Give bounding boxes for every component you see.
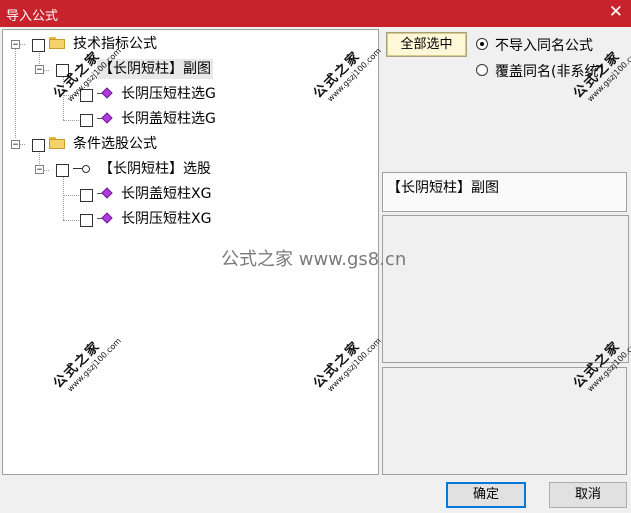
tree-group-indicator[interactable]: − 技术指标公式 xyxy=(3,34,373,54)
tree-leaf-label: 长阴盖短柱XG xyxy=(121,186,212,202)
title-bar: 导入公式 ✕ xyxy=(0,0,631,27)
formula-gem-icon xyxy=(97,187,113,200)
formula-gem-icon xyxy=(97,87,113,100)
item-checkbox[interactable] xyxy=(56,64,69,77)
tree-leaf-label: 长阴压短柱XG xyxy=(121,211,212,227)
select-all-button[interactable]: 全部选中 xyxy=(386,32,467,57)
overwrite-same-name-radio[interactable] xyxy=(476,64,488,76)
window-title: 导入公式 xyxy=(6,9,59,24)
tree-item-indicator-formula[interactable]: − 【长阴短柱】副图 xyxy=(3,59,373,79)
key-icon xyxy=(73,164,90,174)
group-checkbox[interactable] xyxy=(32,39,45,52)
leaf-checkbox[interactable] xyxy=(80,189,93,202)
formula-detail-panel xyxy=(382,367,627,475)
collapse-icon[interactable]: − xyxy=(35,65,44,75)
tree-group-label: 条件选股公式 xyxy=(73,136,157,152)
collapse-icon[interactable]: − xyxy=(35,165,44,175)
ok-button[interactable]: 确定 xyxy=(446,482,526,508)
folder-icon xyxy=(49,37,65,49)
tree-group-stock-selection[interactable]: − 条件选股公式 xyxy=(3,134,373,154)
tree-leaf[interactable]: 长阴盖短柱选G xyxy=(3,109,373,129)
skip-same-name-radio[interactable] xyxy=(476,38,488,50)
tree-leaf[interactable]: 长阴盖短柱XG xyxy=(3,184,373,204)
formula-gem-icon xyxy=(97,212,113,225)
collapse-icon[interactable]: − xyxy=(11,140,20,150)
formula-tree[interactable]: − 技术指标公式 − 【长阴短柱】副图 长阴压短柱选G 长阴盖短柱选G − 条件… xyxy=(2,29,379,475)
tree-group-label: 技术指标公式 xyxy=(73,36,157,52)
tree-item-label: 【长阴短柱】选股 xyxy=(99,161,211,177)
collapse-icon[interactable]: − xyxy=(11,40,20,50)
leaf-checkbox[interactable] xyxy=(80,114,93,127)
group-checkbox[interactable] xyxy=(32,139,45,152)
overwrite-same-name-label[interactable]: 覆盖同名(非系统) xyxy=(495,61,604,81)
skip-same-name-label[interactable]: 不导入同名公式 xyxy=(495,35,593,55)
close-icon[interactable]: ✕ xyxy=(609,2,623,22)
folder-icon xyxy=(49,137,65,149)
leaf-checkbox[interactable] xyxy=(80,214,93,227)
tree-leaf[interactable]: 长阴压短柱选G xyxy=(3,84,373,104)
cancel-button[interactable]: 取消 xyxy=(549,482,627,508)
formula-description-text: 【长阴短柱】副图 xyxy=(387,180,499,196)
leaf-checkbox[interactable] xyxy=(80,89,93,102)
formula-gem-icon xyxy=(97,112,113,125)
tree-leaf-label: 长阴盖短柱选G xyxy=(121,111,216,127)
formula-preview-panel xyxy=(382,215,629,363)
tree-leaf-label: 长阴压短柱选G xyxy=(121,86,216,102)
tree-item-stock-formula[interactable]: − 【长阴短柱】选股 xyxy=(3,159,373,179)
tree-leaf[interactable]: 长阴压短柱XG xyxy=(3,209,373,229)
item-checkbox[interactable] xyxy=(56,164,69,177)
tree-item-label: 【长阴短柱】副图 xyxy=(97,59,213,79)
formula-description-box: 【长阴短柱】副图 xyxy=(382,172,627,212)
